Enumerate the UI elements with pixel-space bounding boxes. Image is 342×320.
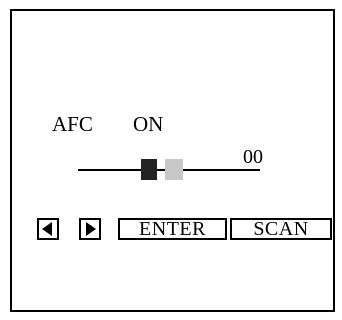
- afc-label: AFC: [52, 112, 93, 136]
- tuning-slider-marker: [165, 159, 183, 180]
- right-triangle-icon: [86, 222, 96, 236]
- enter-button[interactable]: ENTER: [118, 218, 227, 240]
- tuning-value: 00: [243, 146, 263, 168]
- tuning-slider-thumb[interactable]: [141, 159, 157, 180]
- scan-button-label: SCAN: [253, 218, 309, 240]
- left-button[interactable]: [37, 218, 59, 240]
- left-triangle-icon: [42, 222, 52, 236]
- right-button[interactable]: [79, 218, 101, 240]
- scan-button[interactable]: SCAN: [230, 218, 332, 240]
- afc-status: ON: [133, 112, 164, 136]
- enter-button-label: ENTER: [139, 218, 206, 240]
